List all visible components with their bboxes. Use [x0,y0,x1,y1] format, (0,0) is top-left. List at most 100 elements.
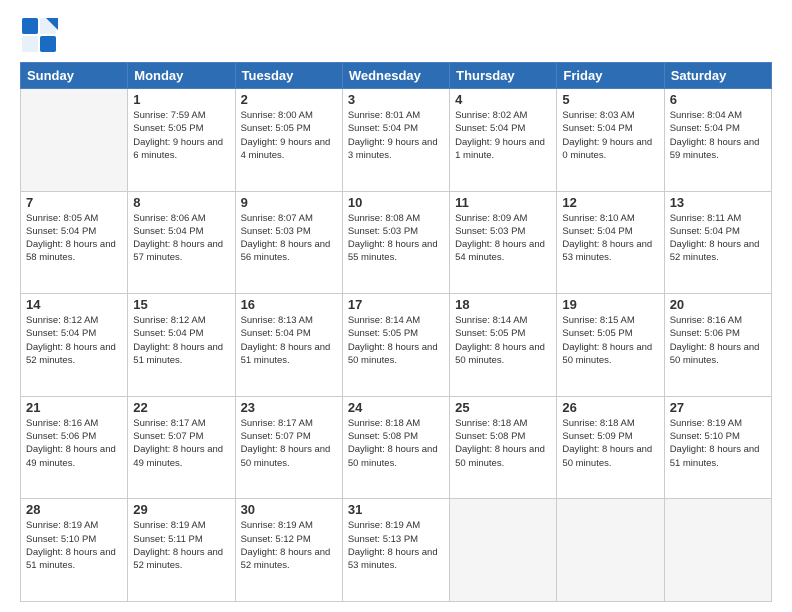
day-info: Sunrise: 8:09 AMSunset: 5:03 PMDaylight:… [455,212,551,265]
week-row-4: 21 Sunrise: 8:16 AMSunset: 5:06 PMDayligh… [21,396,772,499]
calendar-cell: 16 Sunrise: 8:13 AMSunset: 5:04 PMDayligh… [235,294,342,397]
day-header-friday: Friday [557,63,664,89]
calendar-cell: 7 Sunrise: 8:05 AMSunset: 5:04 PMDaylight… [21,191,128,294]
week-row-2: 7 Sunrise: 8:05 AMSunset: 5:04 PMDaylight… [21,191,772,294]
calendar-cell: 14 Sunrise: 8:12 AMSunset: 5:04 PMDayligh… [21,294,128,397]
calendar-cell [664,499,771,602]
day-number: 22 [133,400,229,415]
calendar-cell: 22 Sunrise: 8:17 AMSunset: 5:07 PMDayligh… [128,396,235,499]
day-info: Sunrise: 8:13 AMSunset: 5:04 PMDaylight:… [241,314,337,367]
day-number: 26 [562,400,658,415]
calendar-cell: 8 Sunrise: 8:06 AMSunset: 5:04 PMDaylight… [128,191,235,294]
calendar-cell: 26 Sunrise: 8:18 AMSunset: 5:09 PMDayligh… [557,396,664,499]
day-info: Sunrise: 8:05 AMSunset: 5:04 PMDaylight:… [26,212,122,265]
day-info: Sunrise: 8:01 AMSunset: 5:04 PMDaylight:… [348,109,444,162]
calendar-cell: 17Sunrise: 8:14 AMSunset: 5:05 PMDayligh… [342,294,449,397]
day-number: 14 [26,297,122,312]
day-info: Sunrise: 8:18 AMSunset: 5:08 PMDaylight:… [455,417,551,470]
day-number: 7 [26,195,122,210]
day-number: 21 [26,400,122,415]
day-info: Sunrise: 8:08 AMSunset: 5:03 PMDaylight:… [348,212,444,265]
day-number: 3 [348,92,444,107]
calendar-cell: 19 Sunrise: 8:15 AMSunset: 5:05 PMDayligh… [557,294,664,397]
calendar-cell [557,499,664,602]
day-number: 28 [26,502,122,517]
day-info: Sunrise: 8:12 AMSunset: 5:04 PMDaylight:… [133,314,229,367]
calendar-cell: 29 Sunrise: 8:19 AMSunset: 5:11 PMDayligh… [128,499,235,602]
calendar-table: SundayMondayTuesdayWednesdayThursdayFrid… [20,62,772,602]
calendar-cell: 25 Sunrise: 8:18 AMSunset: 5:08 PMDayligh… [450,396,557,499]
day-header-thursday: Thursday [450,63,557,89]
day-number: 16 [241,297,337,312]
day-info: Sunrise: 8:19 AMSunset: 5:10 PMDaylight:… [670,417,766,470]
calendar-cell: 18Sunrise: 8:14 AMSunset: 5:05 PMDayligh… [450,294,557,397]
calendar-cell: 20Sunrise: 8:16 AMSunset: 5:06 PMDayligh… [664,294,771,397]
day-info: Sunrise: 8:19 AMSunset: 5:11 PMDaylight:… [133,519,229,572]
day-number: 2 [241,92,337,107]
day-info: Sunrise: 8:07 AMSunset: 5:03 PMDaylight:… [241,212,337,265]
day-number: 1 [133,92,229,107]
day-info: Sunrise: 8:14 AMSunset: 5:05 PMDaylight:… [348,314,444,367]
day-number: 30 [241,502,337,517]
calendar-cell [450,499,557,602]
day-info: Sunrise: 8:12 AMSunset: 5:04 PMDaylight:… [26,314,122,367]
day-info: Sunrise: 8:19 AMSunset: 5:10 PMDaylight:… [26,519,122,572]
week-row-1: 1 Sunrise: 7:59 AMSunset: 5:05 PMDaylight… [21,89,772,192]
day-info: Sunrise: 7:59 AMSunset: 5:05 PMDaylight:… [133,109,229,162]
calendar-cell: 31 Sunrise: 8:19 AMSunset: 5:13 PMDayligh… [342,499,449,602]
page: SundayMondayTuesdayWednesdayThursdayFrid… [0,0,792,612]
day-header-sunday: Sunday [21,63,128,89]
day-info: Sunrise: 8:18 AMSunset: 5:09 PMDaylight:… [562,417,658,470]
day-number: 6 [670,92,766,107]
header [20,16,772,54]
day-info: Sunrise: 8:16 AMSunset: 5:06 PMDaylight:… [26,417,122,470]
day-number: 13 [670,195,766,210]
day-info: Sunrise: 8:06 AMSunset: 5:04 PMDaylight:… [133,212,229,265]
calendar-cell: 2 Sunrise: 8:00 AMSunset: 5:05 PMDaylight… [235,89,342,192]
day-header-monday: Monday [128,63,235,89]
day-number: 19 [562,297,658,312]
day-number: 11 [455,195,551,210]
calendar-header-row: SundayMondayTuesdayWednesdayThursdayFrid… [21,63,772,89]
calendar-cell: 30 Sunrise: 8:19 AMSunset: 5:12 PMDayligh… [235,499,342,602]
day-number: 18 [455,297,551,312]
day-info: Sunrise: 8:16 AMSunset: 5:06 PMDaylight:… [670,314,766,367]
calendar-cell: 15 Sunrise: 8:12 AMSunset: 5:04 PMDayligh… [128,294,235,397]
calendar-cell: 23Sunrise: 8:17 AMSunset: 5:07 PMDayligh… [235,396,342,499]
logo-icon [20,16,58,54]
calendar-cell: 12 Sunrise: 8:10 AMSunset: 5:04 PMDayligh… [557,191,664,294]
calendar-cell: 11 Sunrise: 8:09 AMSunset: 5:03 PMDayligh… [450,191,557,294]
week-row-5: 28 Sunrise: 8:19 AMSunset: 5:10 PMDayligh… [21,499,772,602]
calendar-cell [21,89,128,192]
day-number: 10 [348,195,444,210]
day-info: Sunrise: 8:18 AMSunset: 5:08 PMDaylight:… [348,417,444,470]
day-number: 24 [348,400,444,415]
day-info: Sunrise: 8:15 AMSunset: 5:05 PMDaylight:… [562,314,658,367]
day-number: 8 [133,195,229,210]
day-header-tuesday: Tuesday [235,63,342,89]
calendar-cell: 28 Sunrise: 8:19 AMSunset: 5:10 PMDayligh… [21,499,128,602]
calendar-cell: 3 Sunrise: 8:01 AMSunset: 5:04 PMDaylight… [342,89,449,192]
calendar-cell: 27Sunrise: 8:19 AMSunset: 5:10 PMDayligh… [664,396,771,499]
day-info: Sunrise: 8:02 AMSunset: 5:04 PMDaylight:… [455,109,551,162]
day-info: Sunrise: 8:10 AMSunset: 5:04 PMDaylight:… [562,212,658,265]
day-info: Sunrise: 8:03 AMSunset: 5:04 PMDaylight:… [562,109,658,162]
day-number: 4 [455,92,551,107]
day-number: 12 [562,195,658,210]
day-info: Sunrise: 8:11 AMSunset: 5:04 PMDaylight:… [670,212,766,265]
day-info: Sunrise: 8:19 AMSunset: 5:12 PMDaylight:… [241,519,337,572]
day-info: Sunrise: 8:17 AMSunset: 5:07 PMDaylight:… [133,417,229,470]
day-info: Sunrise: 8:04 AMSunset: 5:04 PMDaylight:… [670,109,766,162]
day-info: Sunrise: 8:19 AMSunset: 5:13 PMDaylight:… [348,519,444,572]
day-number: 15 [133,297,229,312]
day-info: Sunrise: 8:00 AMSunset: 5:05 PMDaylight:… [241,109,337,162]
calendar-cell: 13 Sunrise: 8:11 AMSunset: 5:04 PMDayligh… [664,191,771,294]
calendar-cell: 9 Sunrise: 8:07 AMSunset: 5:03 PMDaylight… [235,191,342,294]
day-number: 25 [455,400,551,415]
day-number: 31 [348,502,444,517]
day-number: 5 [562,92,658,107]
calendar-cell: 21 Sunrise: 8:16 AMSunset: 5:06 PMDayligh… [21,396,128,499]
day-number: 9 [241,195,337,210]
day-number: 23 [241,400,337,415]
day-number: 29 [133,502,229,517]
